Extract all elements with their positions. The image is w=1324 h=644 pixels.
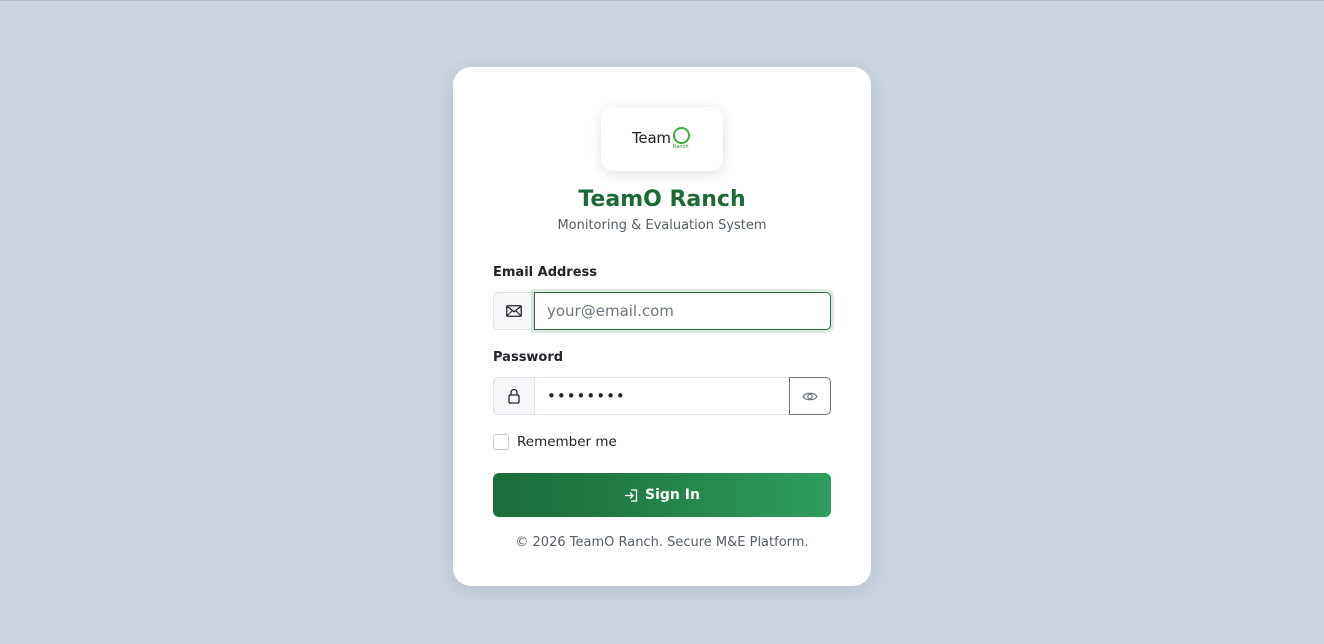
page-title: TeamO Ranch [578, 187, 746, 212]
page-subtitle: Monitoring & Evaluation System [557, 218, 767, 233]
eye-icon [802, 391, 818, 402]
email-input-group [493, 292, 831, 330]
password-label: Password [493, 350, 564, 365]
sign-in-label: Sign In [645, 487, 700, 503]
logo-ring-icon [673, 127, 690, 144]
password-input[interactable] [534, 377, 790, 415]
toggle-password-button[interactable] [789, 377, 831, 415]
lock-icon [493, 377, 535, 415]
login-card: Team Ranch TeamO Ranch Monitoring & Eval… [453, 67, 871, 586]
envelope-icon [493, 292, 535, 330]
remember-checkbox[interactable] [493, 434, 509, 450]
logo: Team Ranch [601, 107, 723, 171]
email-input[interactable] [534, 292, 831, 330]
sign-in-button[interactable]: Sign In [493, 473, 831, 517]
email-label: Email Address [493, 265, 598, 280]
footer-text: © 2026 TeamO Ranch. Secure M&E Platform. [515, 535, 809, 550]
logo-subtext: Ranch [673, 144, 689, 150]
remember-label[interactable]: Remember me [517, 434, 617, 450]
logo-text: Team [632, 129, 671, 147]
sign-in-icon [624, 488, 638, 502]
remember-me: Remember me [493, 434, 617, 450]
top-border [0, 0, 1324, 1]
password-input-group [493, 377, 831, 415]
